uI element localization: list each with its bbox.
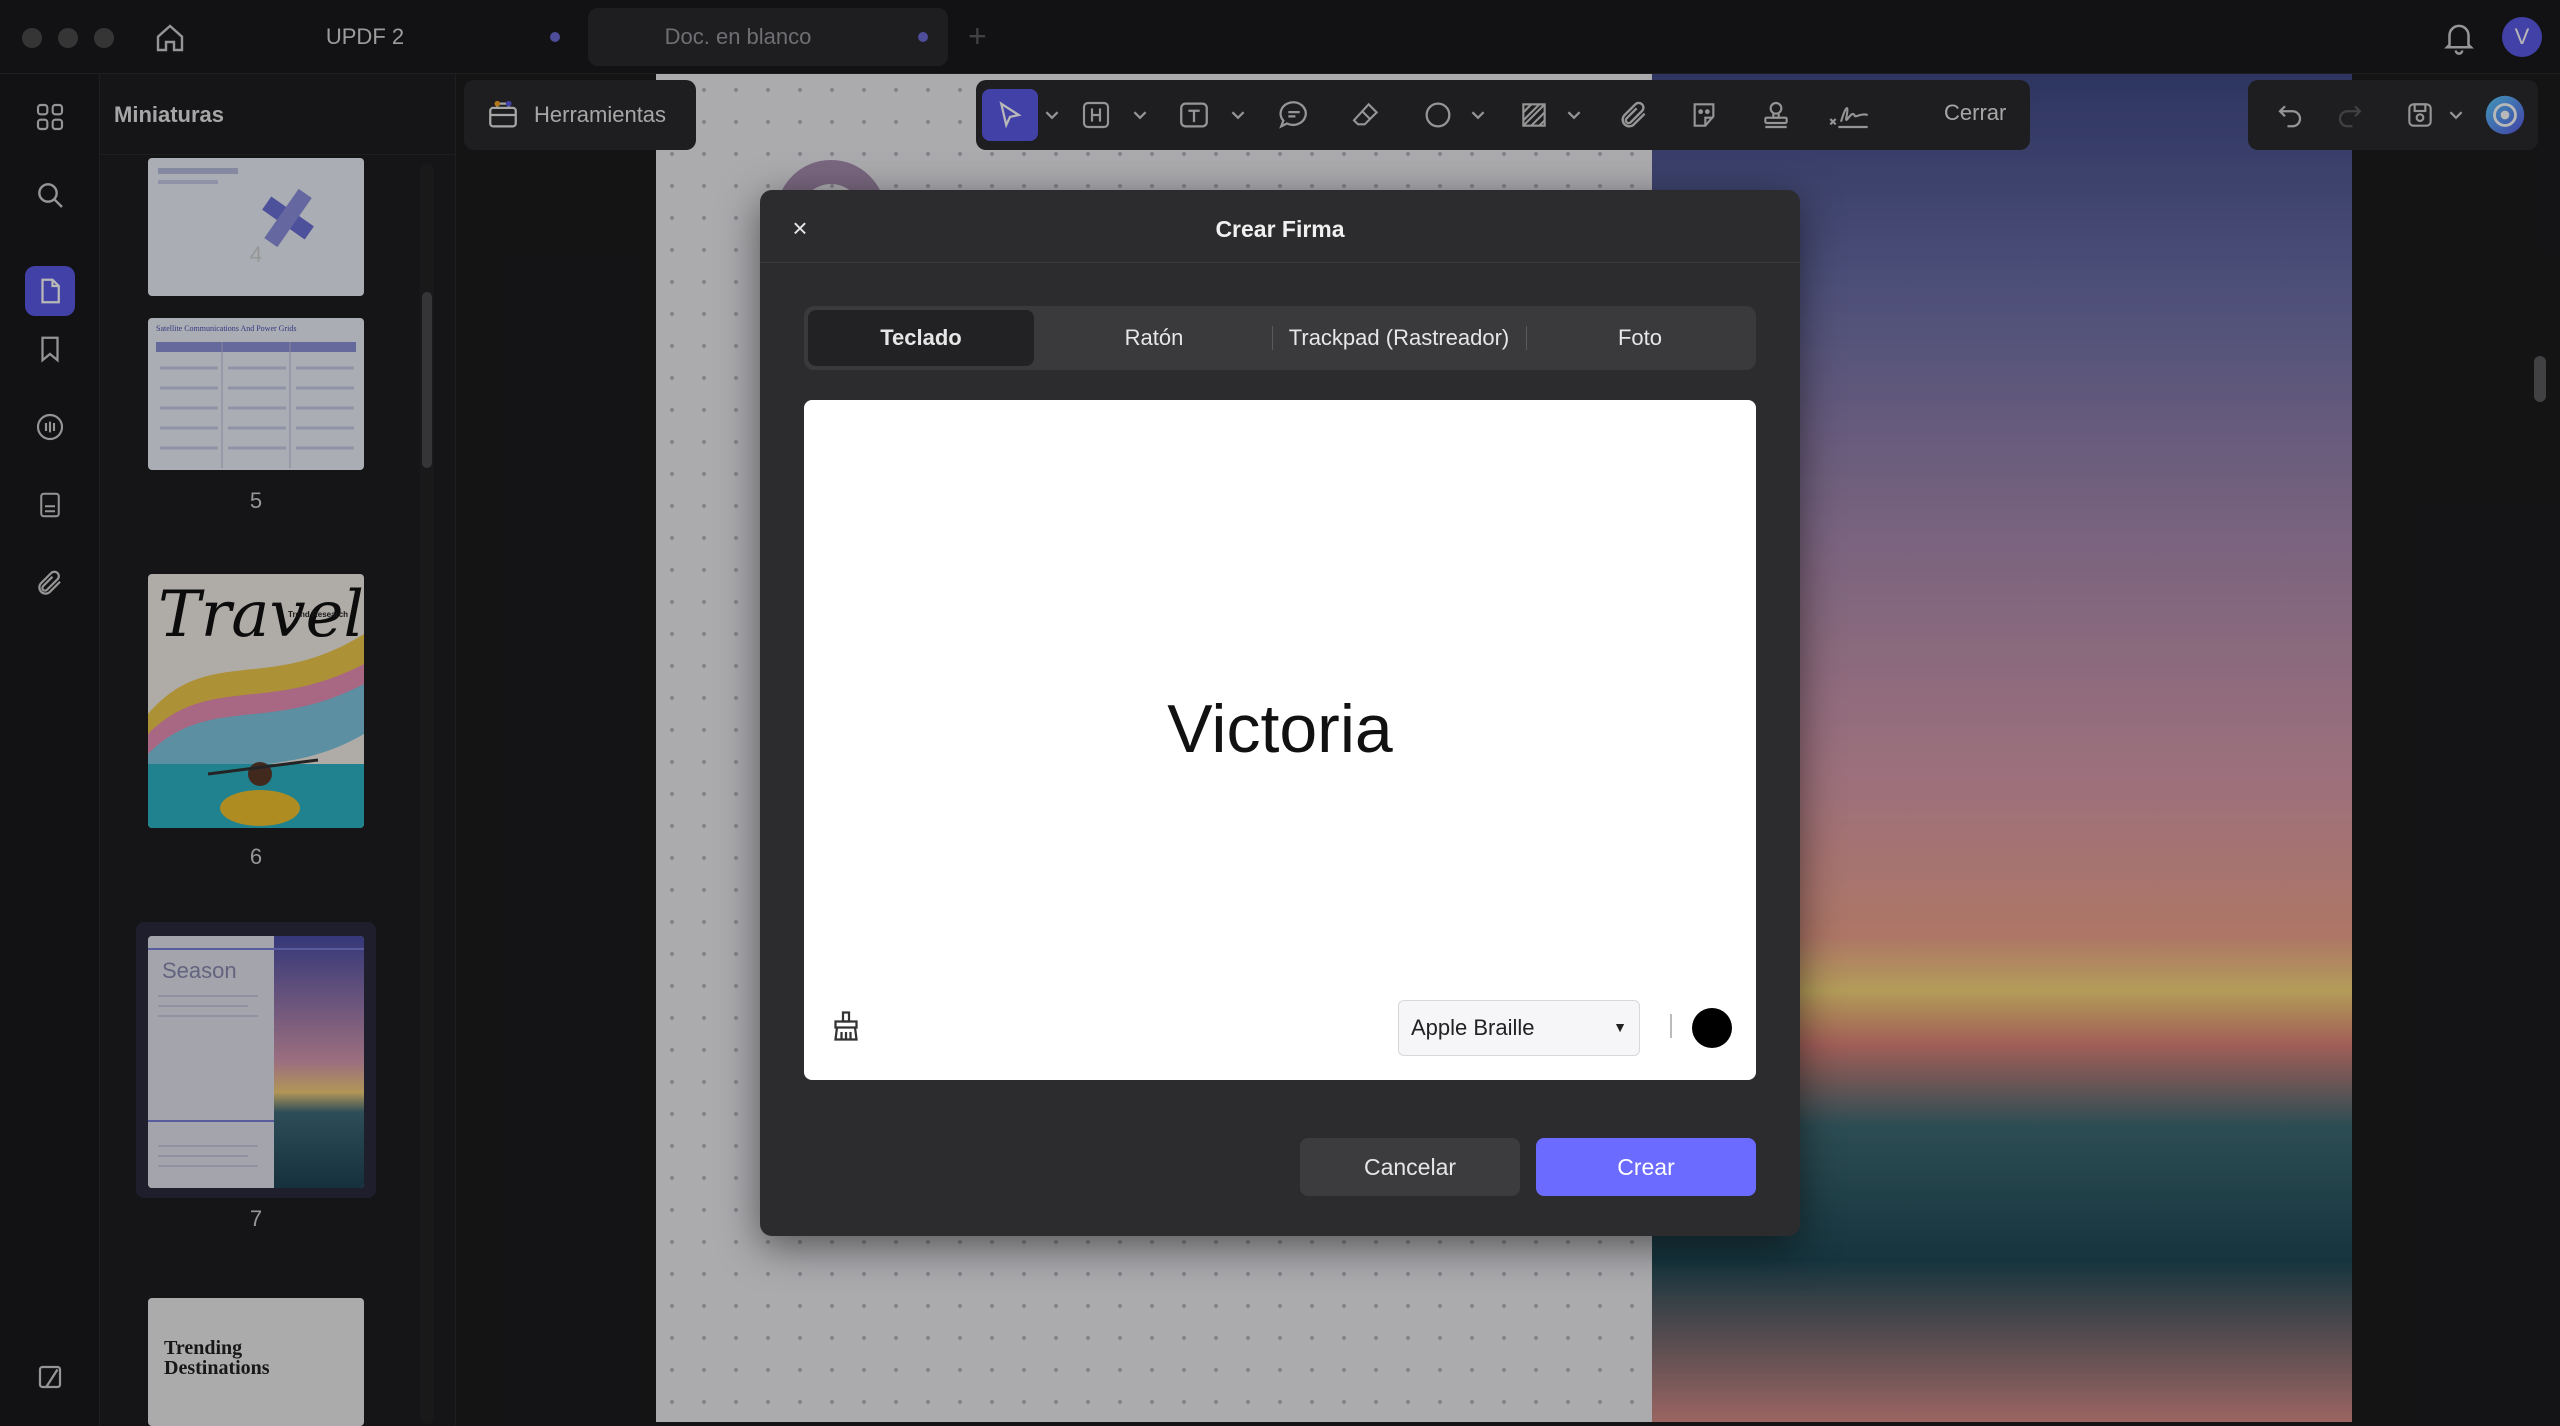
signature-text: Victoria	[1167, 691, 1393, 767]
tab-foto[interactable]: Foto	[1528, 310, 1752, 366]
cancel-button[interactable]: Cancelar	[1300, 1138, 1520, 1196]
dialog-title: Crear Firma	[1215, 216, 1345, 242]
toolbar-separator	[1670, 1014, 1672, 1038]
divider	[760, 262, 1800, 263]
tab-teclado[interactable]: Teclado	[808, 310, 1034, 366]
signature-input-area[interactable]: Victoria Apple Braille ▼	[804, 400, 1756, 1080]
create-signature-dialog: × Crear Firma Teclado Ratón Trackpad (Ra…	[760, 190, 1800, 1236]
clear-icon[interactable]	[826, 1006, 866, 1046]
chevron-down-icon: ▼	[1613, 1019, 1627, 1035]
tab-trackpad[interactable]: Trackpad (Rastreador)	[1274, 310, 1524, 366]
font-select-value: Apple Braille	[1411, 1015, 1535, 1040]
create-button[interactable]: Crear	[1536, 1138, 1756, 1196]
app-window: UPDF 2 Doc. en blanco + V Miniaturas 4 S…	[0, 0, 2560, 1426]
color-picker[interactable]	[1692, 1008, 1732, 1048]
signature-mode-tabs: Teclado Ratón Trackpad (Rastreador) Foto	[804, 306, 1756, 370]
font-select[interactable]: Apple Braille ▼	[1398, 1000, 1640, 1056]
tab-divider	[1526, 326, 1527, 350]
tab-divider	[1272, 326, 1273, 350]
tab-raton[interactable]: Ratón	[1038, 310, 1270, 366]
